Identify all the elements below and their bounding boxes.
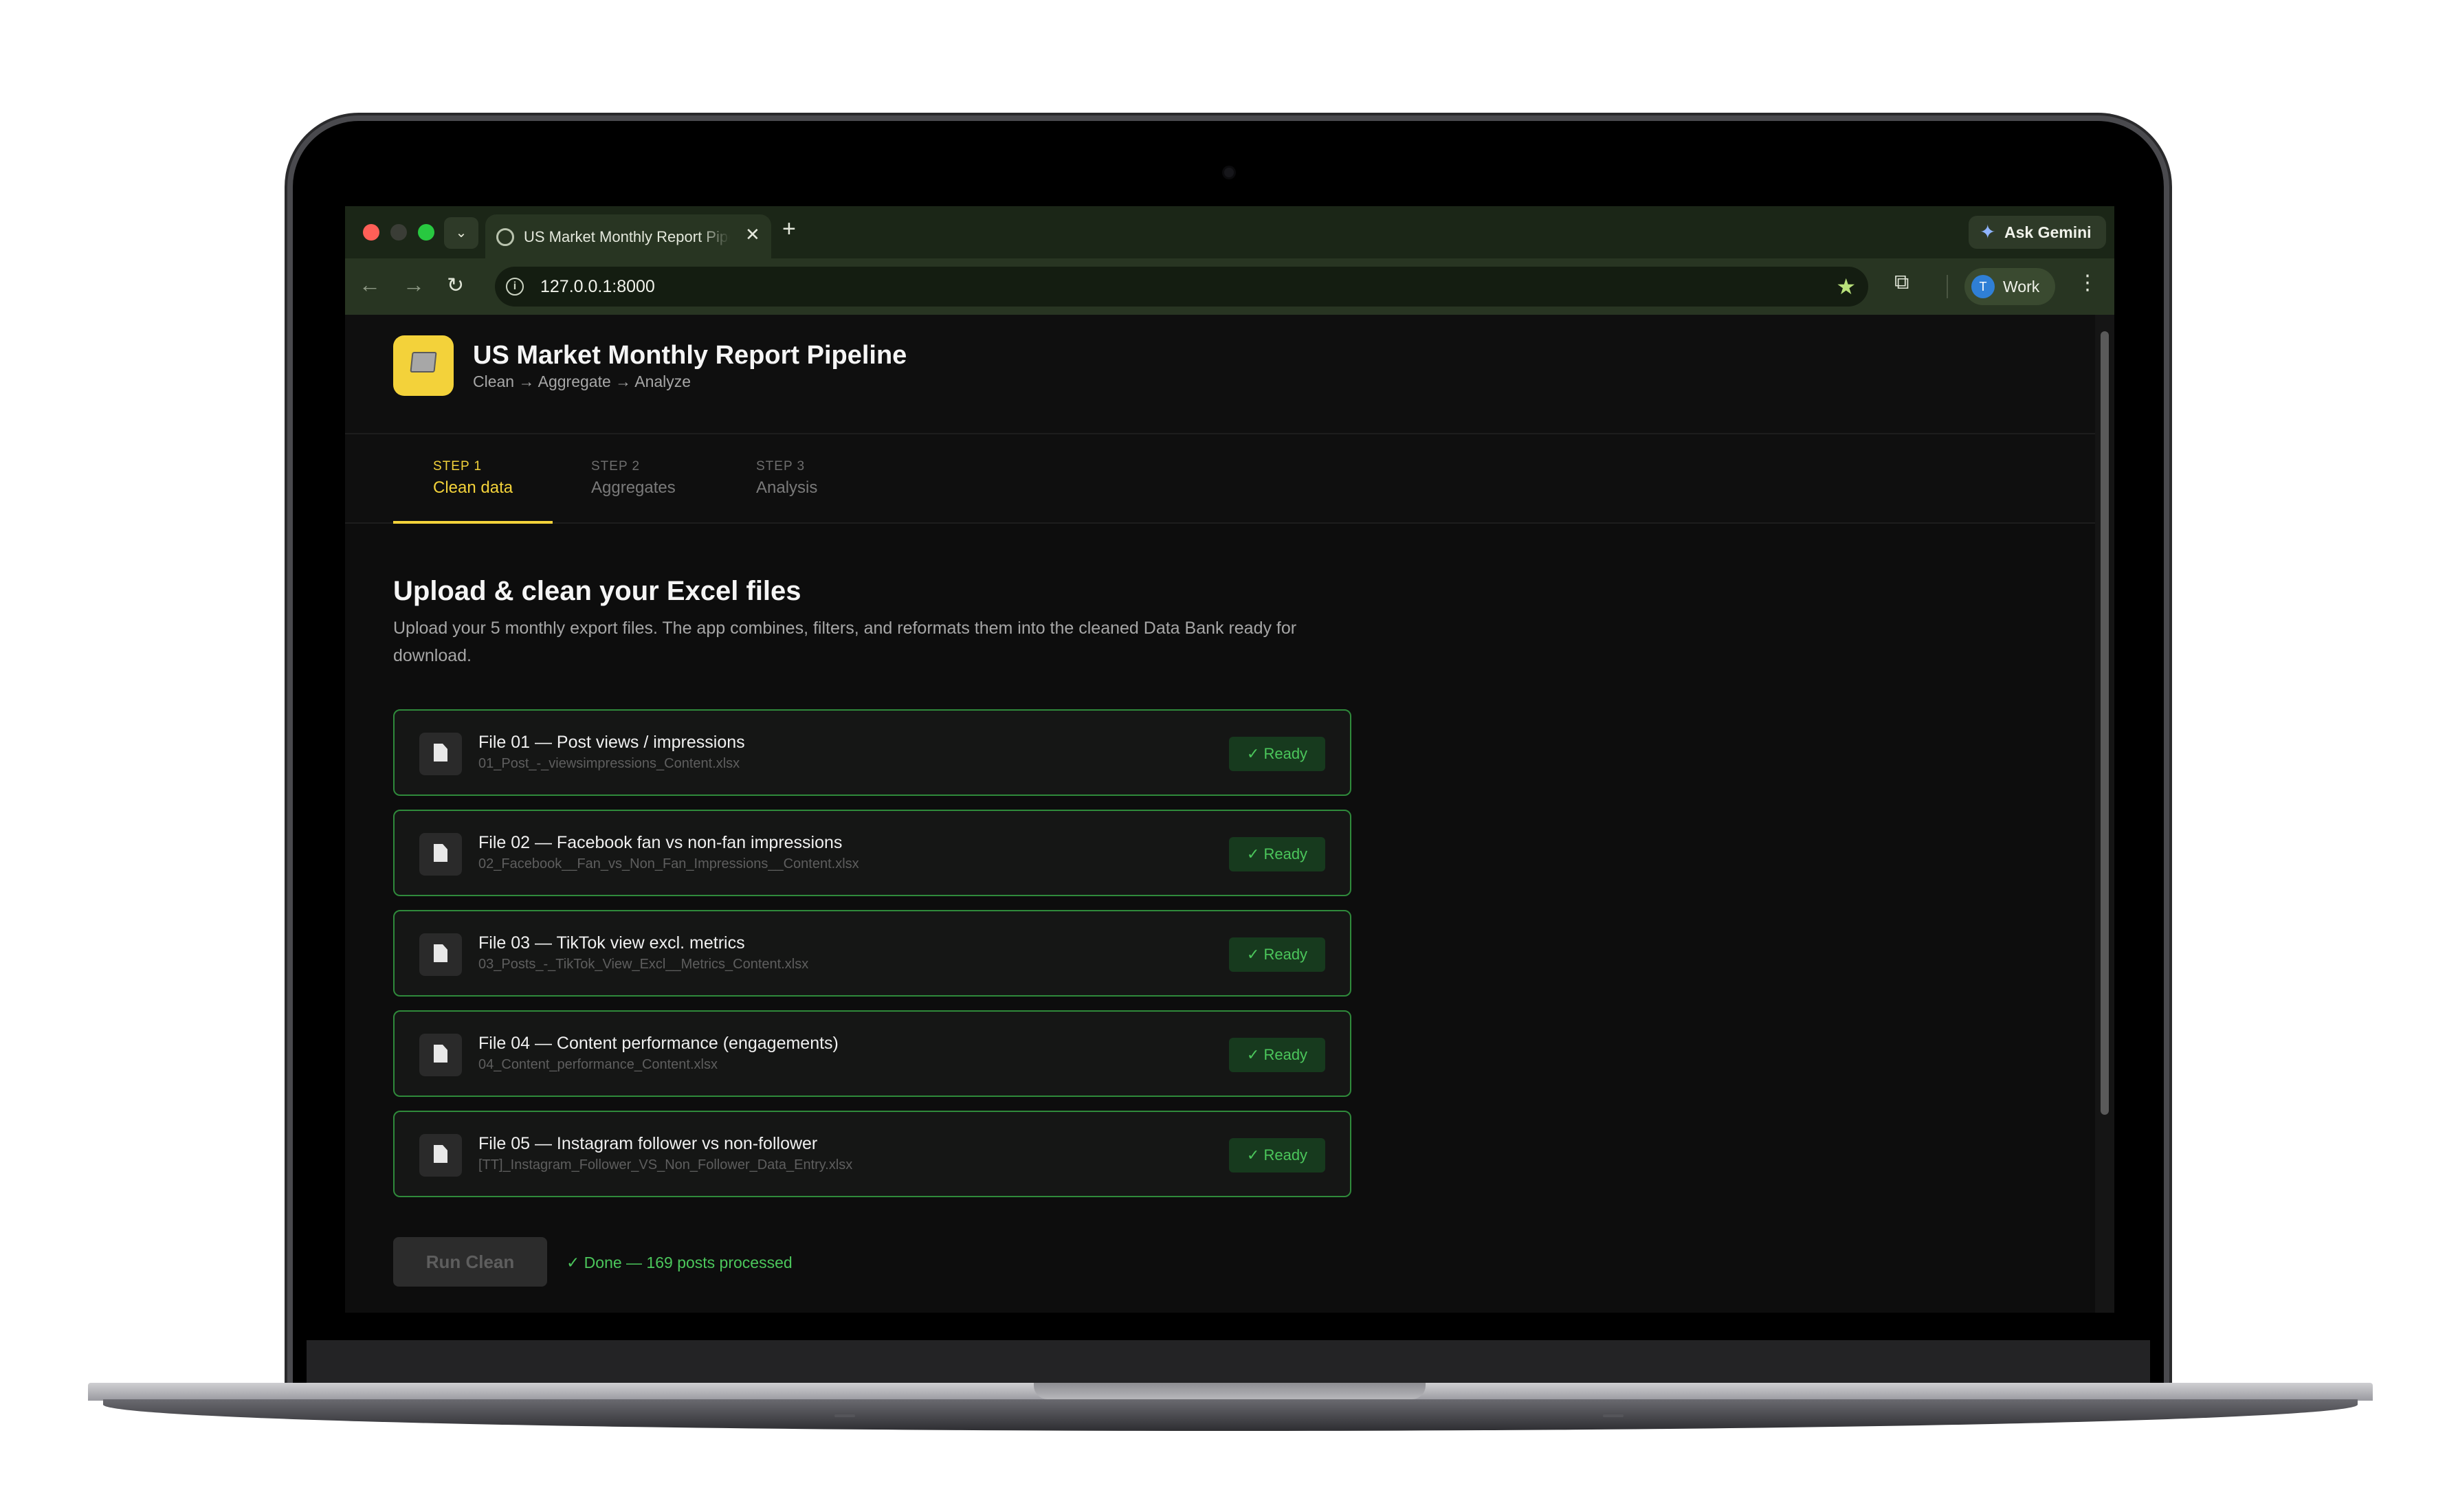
- file-name: [TT]_Instagram_Follower_VS_Non_Follower_…: [478, 1157, 853, 1172]
- file-icon: [419, 1034, 462, 1076]
- browser-window: ⌄ US Market Monthly Report Pipeline ✕ + …: [345, 206, 2114, 1313]
- laptop-notch: [1034, 1383, 1426, 1399]
- run-clean-button[interactable]: Run Clean: [393, 1237, 547, 1287]
- status-badge: ✓ Ready: [1229, 737, 1325, 771]
- file-card-01[interactable]: File 01 — Post views / impressions 01_Po…: [393, 709, 1351, 796]
- status-badge: ✓ Ready: [1229, 1038, 1325, 1072]
- step-number: STEP 3: [756, 459, 806, 474]
- file-title: File 05 — Instagram follower vs non-foll…: [478, 1134, 818, 1153]
- laptop-chin: [307, 1340, 2150, 1384]
- new-tab-button[interactable]: +: [782, 216, 796, 243]
- tab-bar: ⌄ US Market Monthly Report Pipeline ✕ + …: [345, 206, 2114, 258]
- file-card-02[interactable]: File 02 — Facebook fan vs non-fan impres…: [393, 810, 1351, 896]
- more-icon[interactable]: ⋮: [2077, 271, 2098, 295]
- step-label: Clean data: [433, 478, 513, 497]
- scrollbar-thumb[interactable]: [2101, 331, 2109, 1115]
- file-card-04[interactable]: File 04 — Content performance (engagemen…: [393, 1010, 1351, 1097]
- ask-gemini-label: Ask Gemini: [2004, 223, 2092, 241]
- tab-step-1[interactable]: STEP 1 Clean data: [433, 459, 513, 498]
- laptop-base-bottom: [103, 1399, 2358, 1431]
- file-icon: [419, 933, 462, 976]
- address-bar[interactable]: i 127.0.0.1:8000 ★: [495, 267, 1868, 307]
- forward-icon[interactable]: →: [403, 272, 425, 298]
- step-tabs: STEP 1 Clean data STEP 2 Aggregates STEP…: [345, 434, 2095, 524]
- page-viewport: US Market Monthly Report Pipeline Clean …: [345, 315, 2114, 1313]
- status-badge: ✓ Ready: [1229, 1138, 1325, 1172]
- tab-close-icon[interactable]: ✕: [745, 224, 760, 245]
- section-title: Upload & clean your Excel files: [393, 576, 801, 606]
- folder-icon: [410, 352, 437, 373]
- scrollbar[interactable]: [2095, 315, 2114, 1313]
- step-label: Aggregates: [591, 478, 676, 497]
- tab-title: US Market Monthly Report Pipeline: [524, 228, 730, 245]
- file-name: 03_Posts_-_TikTok_View_Excl__Metrics_Con…: [478, 957, 809, 972]
- status-badge: ✓ Ready: [1229, 837, 1325, 871]
- tab-search-button[interactable]: ⌄: [444, 217, 478, 249]
- browser-tab[interactable]: US Market Monthly Report Pipeline ✕: [485, 214, 771, 258]
- gemini-icon: ✦: [1980, 221, 1996, 243]
- close-window-button[interactable]: [363, 224, 379, 241]
- globe-icon: [496, 228, 514, 246]
- camera: [1224, 168, 1234, 177]
- profile-button[interactable]: T Work: [1964, 268, 2055, 305]
- file-title: File 01 — Post views / impressions: [478, 733, 745, 752]
- step-label: Analysis: [756, 478, 818, 497]
- active-step-indicator: [393, 521, 553, 524]
- back-icon[interactable]: ←: [359, 272, 381, 298]
- minimize-window-button[interactable]: [390, 224, 407, 241]
- file-icon: [419, 1134, 462, 1177]
- section-description: Upload your 5 monthly export files. The …: [393, 619, 1297, 665]
- status-badge: ✓ Ready: [1229, 937, 1325, 972]
- laptop-foot-right: [1603, 1414, 1624, 1417]
- step-number: STEP 1: [433, 459, 483, 474]
- file-title: File 03 — TikTok view excl. metrics: [478, 933, 745, 953]
- laptop-foot-left: [834, 1414, 855, 1417]
- step-number: STEP 2: [591, 459, 641, 474]
- app-header: US Market Monthly Report Pipeline Clean …: [345, 315, 2095, 434]
- toolbar-divider: [1947, 275, 1948, 298]
- app-logo: [393, 335, 454, 396]
- info-icon[interactable]: i: [506, 278, 524, 296]
- file-name: 01_Post_-_viewsimpressions_Content.xlsx: [478, 756, 740, 771]
- file-icon: [419, 733, 462, 775]
- ask-gemini-button[interactable]: ✦ Ask Gemini: [1969, 216, 2106, 249]
- done-status: ✓ Done — 169 posts processed: [566, 1254, 793, 1271]
- app-subtitle: Clean → Aggregate → Analyze: [473, 373, 691, 390]
- star-icon[interactable]: ★: [1836, 274, 1856, 300]
- tab-step-2[interactable]: STEP 2 Aggregates: [591, 459, 676, 498]
- extensions-icon[interactable]: ⧉: [1894, 271, 1909, 294]
- reload-icon[interactable]: ↻: [447, 274, 464, 298]
- file-icon: [419, 833, 462, 876]
- avatar: T: [1971, 275, 1995, 298]
- tab-step-3[interactable]: STEP 3 Analysis: [756, 459, 817, 498]
- file-card-05[interactable]: File 05 — Instagram follower vs non-foll…: [393, 1111, 1351, 1197]
- file-name: 02_Facebook__Fan_vs_Non_Fan_Impressions_…: [478, 856, 859, 871]
- toolbar: ← → ↻ i 127.0.0.1:8000 ★ ⧉ T Work ⋮: [345, 258, 2114, 315]
- file-title: File 04 — Content performance (engagemen…: [478, 1034, 839, 1053]
- profile-label: Work: [2003, 278, 2040, 296]
- file-card-03[interactable]: File 03 — TikTok view excl. metrics 03_P…: [393, 910, 1351, 997]
- file-name: 04_Content_performance_Content.xlsx: [478, 1057, 718, 1072]
- app-title: US Market Monthly Report Pipeline: [473, 341, 907, 370]
- file-title: File 02 — Facebook fan vs non-fan impres…: [478, 833, 843, 852]
- url-text[interactable]: 127.0.0.1:8000: [540, 277, 655, 297]
- maximize-window-button[interactable]: [418, 224, 434, 241]
